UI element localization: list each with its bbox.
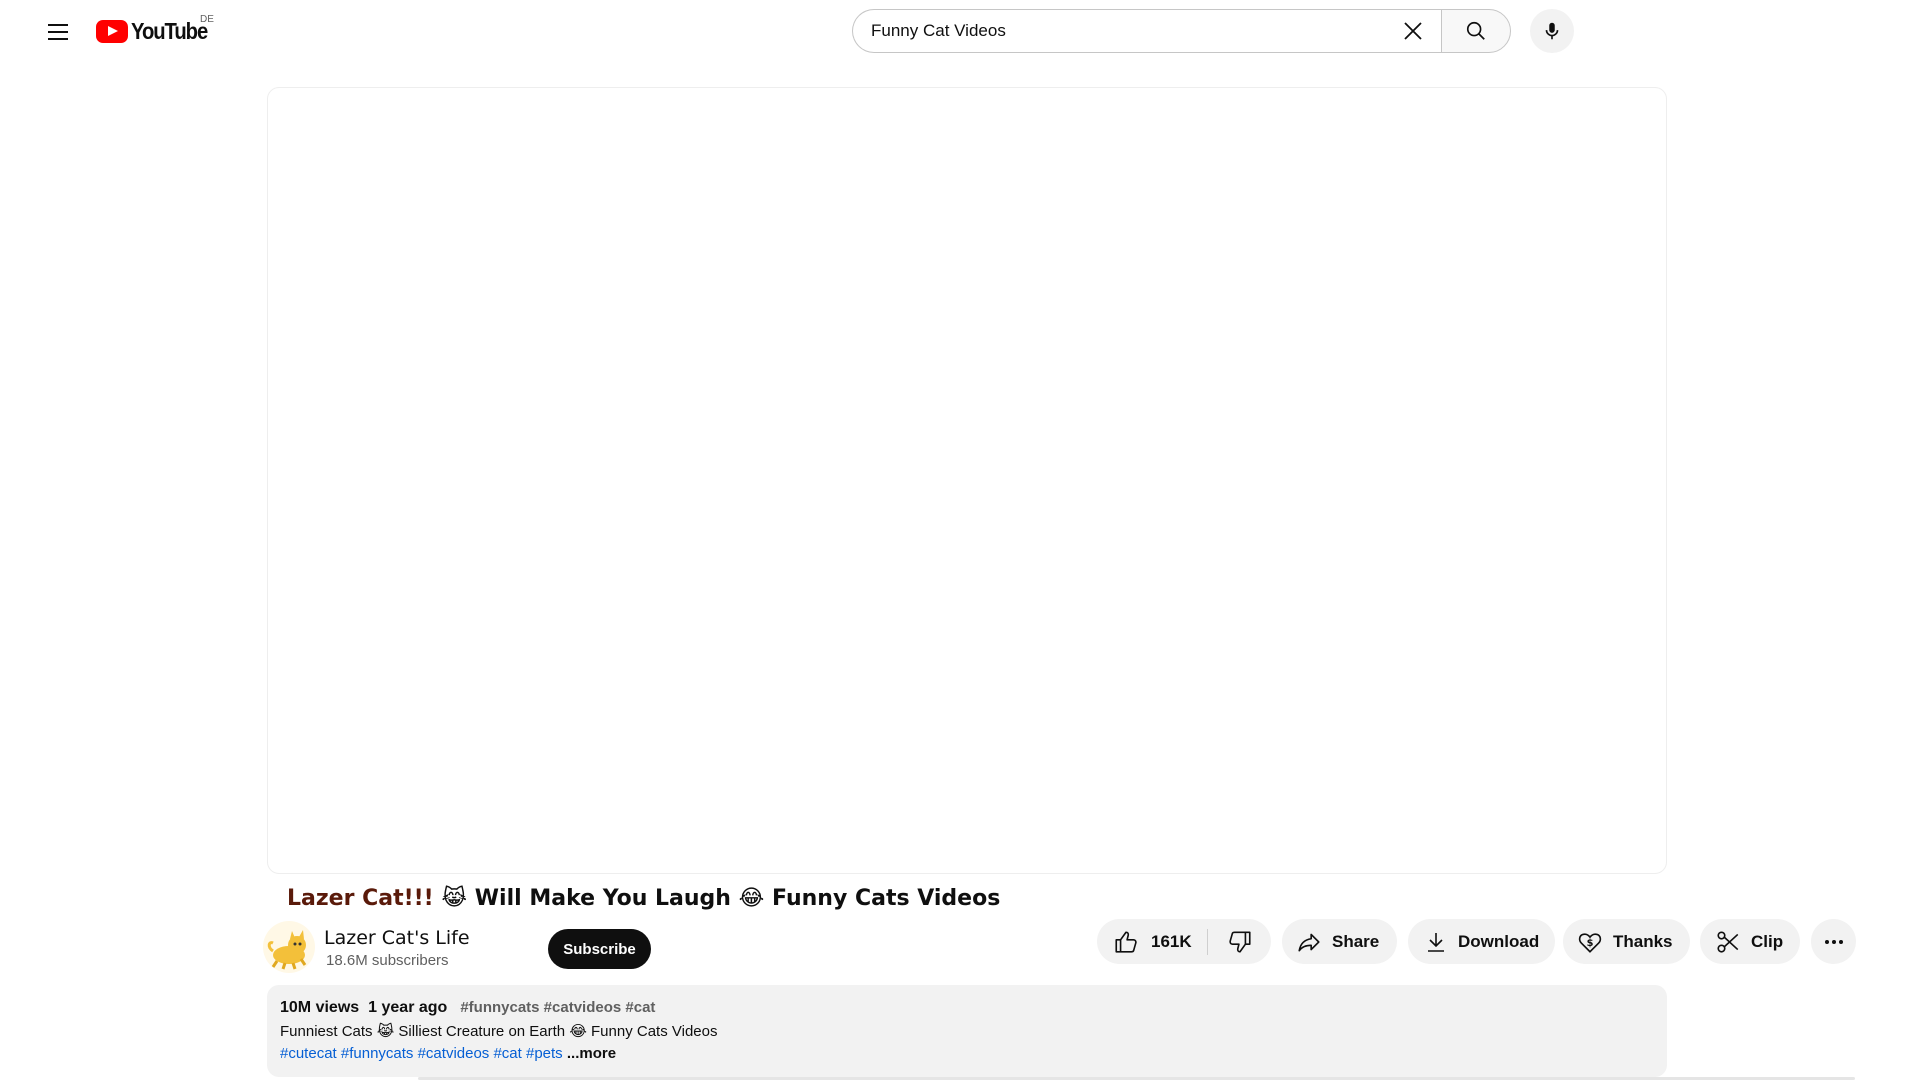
clip-label: Clip (1751, 931, 1784, 951)
more-actions-button[interactable] (1811, 919, 1856, 964)
logo-text: YouTube (131, 17, 208, 44)
share-button[interactable]: Share (1282, 919, 1397, 964)
download-icon (1428, 932, 1444, 952)
title-emoji-1: 😹 (441, 886, 468, 911)
thanks-label: Thanks (1613, 931, 1673, 951)
voice-search-button[interactable] (1530, 9, 1574, 53)
search-input[interactable] (871, 21, 1393, 41)
search-icon (1466, 21, 1485, 40)
title-emoji-2: 😂 (738, 886, 765, 911)
like-dislike-group: 161K (1097, 919, 1271, 964)
description-meta: 10M views 1 year ago #funnycats #catvide… (280, 999, 1654, 1017)
thumbs-up-icon (1115, 930, 1137, 953)
download-label: Download (1458, 931, 1540, 951)
cat-avatar-icon (267, 930, 307, 970)
video-title: Lazer Cat!!! 😹 Will Make You Laugh 😂 Fun… (287, 886, 1000, 911)
description-text: Funniest Cats 😹 Silliest Creature on Ear… (280, 1023, 718, 1040)
country-code: DE (200, 14, 214, 25)
play-logo-icon (96, 19, 128, 43)
like-count: 161K (1151, 931, 1192, 951)
search-button[interactable] (1441, 9, 1511, 53)
svg-text:$: $ (1587, 937, 1594, 948)
thumbs-down-icon (1228, 930, 1251, 953)
share-label: Share (1332, 931, 1380, 951)
description-tags-line: #cutecat #funnycats #catvideos #cat #pet… (280, 1045, 1654, 1062)
description-box[interactable]: 10M views 1 year ago #funnycats #catvide… (267, 985, 1667, 1077)
upload-date: 1 year ago (368, 999, 448, 1016)
subscriber-count: 18.6M subscribers (326, 952, 449, 969)
clear-search-button[interactable] (1393, 11, 1433, 51)
download-button[interactable]: Download (1408, 919, 1555, 964)
description-hashtags[interactable]: #cutecat #funnycats #catvideos #cat #pet… (280, 1045, 563, 1062)
share-icon (1298, 933, 1320, 951)
heart-dollar-icon: $ (1578, 932, 1602, 953)
search-box (852, 9, 1441, 53)
channel-avatar[interactable] (263, 921, 315, 973)
title-part-1: Lazer Cat!!! (287, 886, 434, 911)
header-hashtags[interactable]: #funnycats #catvideos #cat (460, 999, 655, 1016)
guide-menu-button[interactable] (38, 12, 78, 52)
scissors-icon (1717, 930, 1739, 953)
clip-button[interactable]: Clip (1700, 919, 1800, 964)
title-part-3: Funny Cats Videos (772, 886, 1001, 911)
hamburger-icon (48, 24, 68, 26)
channel-name[interactable]: Lazer Cat's Life (324, 927, 470, 949)
title-part-2: Will Make You Laugh (474, 886, 731, 911)
video-player[interactable] (267, 87, 1667, 874)
search-bar (852, 9, 1511, 53)
thanks-button[interactable]: $ Thanks (1563, 919, 1690, 964)
close-icon (1404, 22, 1422, 40)
show-more-link[interactable]: ...more (567, 1045, 616, 1062)
view-count: 10M views (280, 999, 360, 1016)
like-button[interactable]: 161K (1097, 919, 1207, 964)
masthead: YouTube DE (0, 0, 1920, 62)
subscribe-button[interactable]: Subscribe (548, 929, 651, 969)
microphone-icon (1545, 22, 1559, 40)
more-dots-icon (1824, 939, 1829, 944)
dislike-button[interactable] (1208, 919, 1271, 964)
